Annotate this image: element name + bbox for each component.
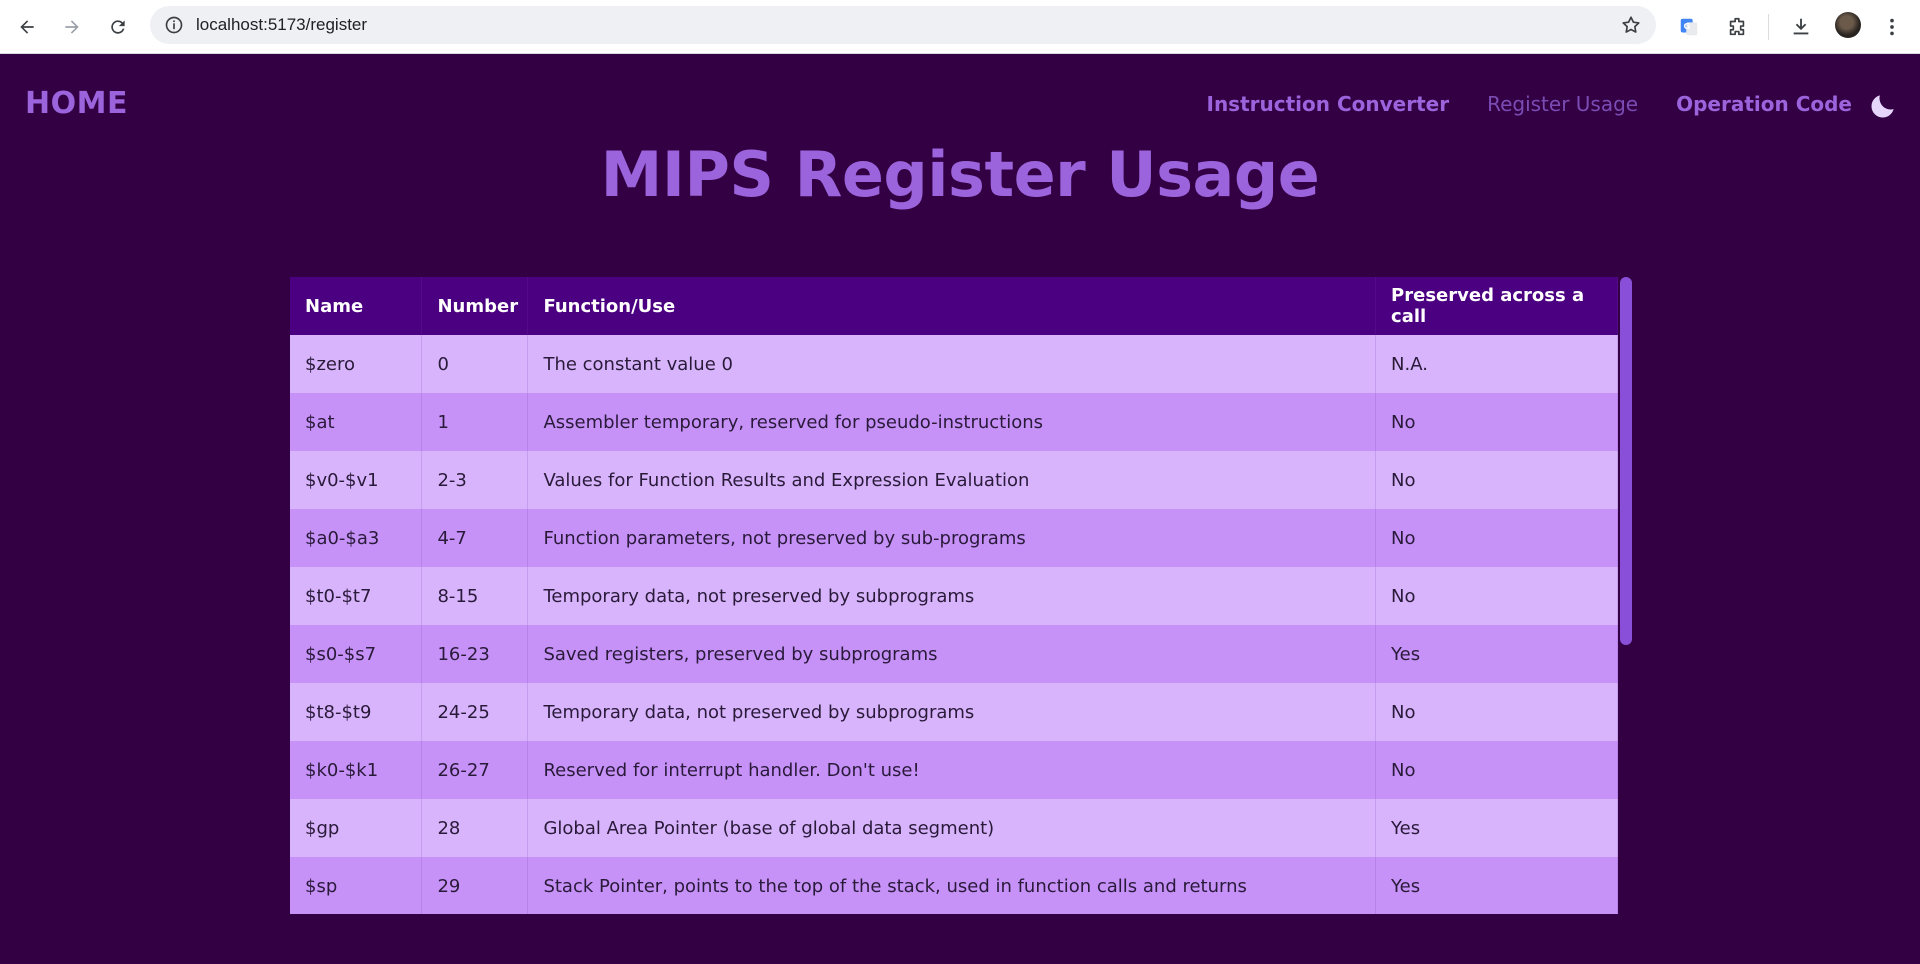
bookmark-star-icon[interactable] — [1620, 14, 1642, 36]
nav-operation-code[interactable]: Operation Code — [1676, 92, 1852, 116]
home-link[interactable]: HOME — [25, 86, 128, 121]
column-header-preserved: Preserved across a call — [1375, 277, 1618, 335]
table-header-row: Name Number Function/Use Preserved acros… — [290, 277, 1618, 335]
table-scrollbar[interactable] — [1620, 277, 1632, 645]
nav-register-usage[interactable]: Register Usage — [1487, 92, 1638, 116]
cell-name: $t0-$t7 — [290, 567, 423, 625]
site-info-icon[interactable] — [164, 15, 184, 35]
column-header-number: Number — [421, 277, 529, 335]
reload-icon[interactable] — [103, 12, 133, 42]
cell-function: Temporary data, not preserved by subprog… — [527, 567, 1377, 625]
cell-function: Values for Function Results and Expressi… — [527, 451, 1377, 509]
address-bar[interactable]: localhost:5173/register — [150, 6, 1656, 44]
forward-icon[interactable] — [57, 12, 87, 42]
cell-function: Global Area Pointer (base of global data… — [527, 799, 1377, 857]
cell-function: The constant value 0 — [527, 335, 1377, 393]
extensions-icon[interactable] — [1722, 12, 1752, 42]
cell-function: Saved registers, preserved by subprogram… — [527, 625, 1377, 683]
toolbar-divider — [1768, 14, 1769, 40]
cell-name: $zero — [290, 335, 423, 393]
cell-function: Reserved for interrupt handler. Don't us… — [527, 741, 1377, 799]
cell-name: $t8-$t9 — [290, 683, 423, 741]
cell-function: Stack Pointer, points to the top of the … — [527, 857, 1377, 914]
cell-number: 4-7 — [421, 509, 529, 567]
page-title: MIPS Register Usage — [600, 138, 1320, 211]
cell-name: $a0-$a3 — [290, 509, 423, 567]
cell-name: $s0-$s7 — [290, 625, 423, 683]
cell-number: 1 — [421, 393, 529, 451]
moon-icon[interactable] — [1868, 91, 1898, 121]
table-row: $zero 0 The constant value 0 N.A. — [290, 335, 1618, 393]
table-row: $v0-$v1 2-3 Values for Function Results … — [290, 451, 1618, 509]
cell-number: 2-3 — [421, 451, 529, 509]
register-table: Name Number Function/Use Preserved acros… — [290, 277, 1618, 914]
cell-preserved: Yes — [1375, 857, 1618, 914]
cell-preserved: Yes — [1375, 625, 1618, 683]
table-row: $sp 29 Stack Pointer, points to the top … — [290, 857, 1618, 914]
table-row: $s0-$s7 16-23 Saved registers, preserved… — [290, 625, 1618, 683]
cell-number: 26-27 — [421, 741, 529, 799]
table-row: $k0-$k1 26-27 Reserved for interrupt han… — [290, 741, 1618, 799]
cell-number: 29 — [421, 857, 529, 914]
cell-preserved: No — [1375, 741, 1618, 799]
table-row: $t8-$t9 24-25 Temporary data, not preser… — [290, 683, 1618, 741]
cell-name: $at — [290, 393, 423, 451]
column-header-name: Name — [290, 277, 423, 335]
table-row: $at 1 Assembler temporary, reserved for … — [290, 393, 1618, 451]
google-translate-icon[interactable]: G — [1674, 12, 1704, 42]
svg-text:G: G — [1684, 21, 1691, 31]
url-text[interactable]: localhost:5173/register — [196, 15, 367, 35]
menu-kebab-icon[interactable] — [1877, 12, 1907, 42]
column-header-function: Function/Use — [527, 277, 1377, 335]
back-icon[interactable] — [12, 12, 42, 42]
cell-name: $v0-$v1 — [290, 451, 423, 509]
main-nav: Instruction Converter Register Usage Ope… — [1207, 92, 1853, 116]
cell-function: Temporary data, not preserved by subprog… — [527, 683, 1377, 741]
cell-number: 28 — [421, 799, 529, 857]
cell-preserved: Yes — [1375, 799, 1618, 857]
cell-preserved: No — [1375, 683, 1618, 741]
cell-preserved: No — [1375, 567, 1618, 625]
cell-number: 0 — [421, 335, 529, 393]
profile-avatar[interactable] — [1835, 12, 1861, 38]
cell-preserved: No — [1375, 451, 1618, 509]
cell-preserved: No — [1375, 509, 1618, 567]
table-row: $t0-$t7 8-15 Temporary data, not preserv… — [290, 567, 1618, 625]
cell-function: Function parameters, not preserved by su… — [527, 509, 1377, 567]
cell-number: 16-23 — [421, 625, 529, 683]
nav-instruction-converter[interactable]: Instruction Converter — [1207, 92, 1450, 116]
register-table-container[interactable]: Name Number Function/Use Preserved acros… — [290, 277, 1618, 914]
table-row: $gp 28 Global Area Pointer (base of glob… — [290, 799, 1618, 857]
table-row: $a0-$a3 4-7 Function parameters, not pre… — [290, 509, 1618, 567]
cell-name: $gp — [290, 799, 423, 857]
cell-preserved: N.A. — [1375, 335, 1618, 393]
cell-preserved: No — [1375, 393, 1618, 451]
download-icon[interactable] — [1786, 12, 1816, 42]
cell-number: 24-25 — [421, 683, 529, 741]
cell-name: $k0-$k1 — [290, 741, 423, 799]
browser-toolbar: localhost:5173/register G — [0, 0, 1920, 54]
cell-number: 8-15 — [421, 567, 529, 625]
cell-name: $sp — [290, 857, 423, 914]
cell-function: Assembler temporary, reserved for pseudo… — [527, 393, 1377, 451]
